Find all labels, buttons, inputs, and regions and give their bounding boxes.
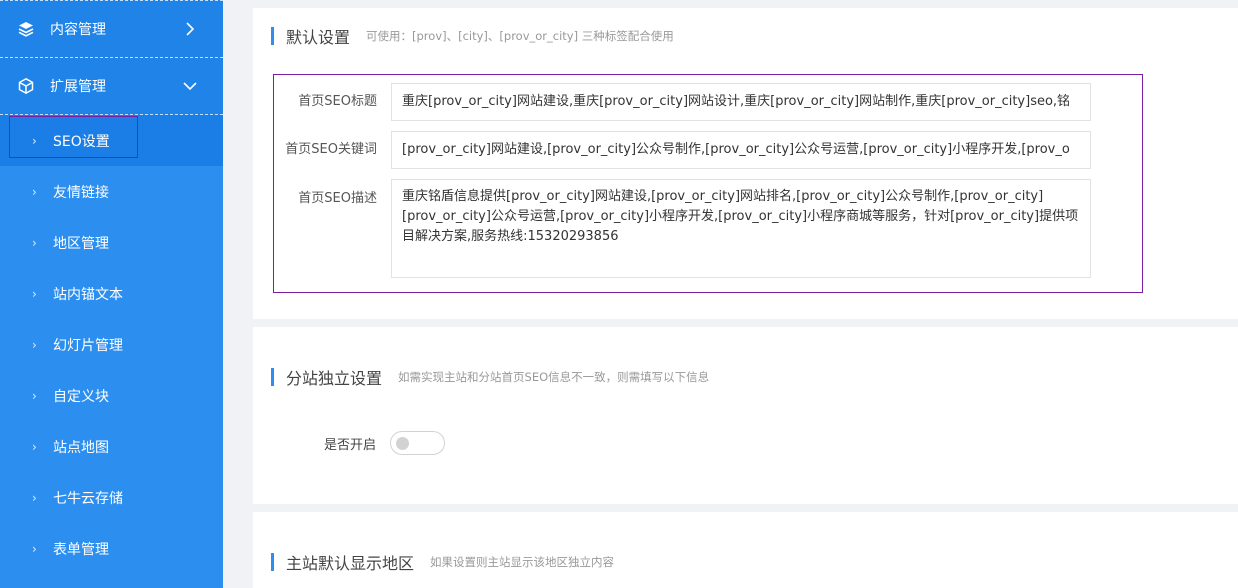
field-label: 首页SEO关键词 [285,142,377,157]
field-label: 首页SEO描述 [298,191,377,206]
section-hint: 可使用：[prov]、[city]、[prov_or_city] 三种标签配合使… [366,29,674,43]
submenu: › SEO设置 › 友情链接 › 地区管理 › 站内锚文本 › 幻灯片管理 › … [0,115,223,574]
form-row-seo-description: 首页SEO描述 重庆铭盾信息提供[prov_or_city]网站建设,[prov… [274,179,1091,278]
section-title: 默认设置 [286,28,351,47]
chevron-right-icon: › [32,490,37,505]
sidebar-item-forms[interactable]: › 表单管理 [0,523,223,574]
chevron-right-icon: › [32,337,37,352]
form-row-seo-keywords: 首页SEO关键词 [prov_or_city]网站建设,[prov_or_cit… [274,131,1091,169]
sidebar: 内容管理 扩展管理 › SEO设置 › 友情链接 › 地区管理 › 站内锚文本 [0,0,223,588]
section-title: 主站默认显示地区 [286,554,415,573]
seo-keywords-input[interactable]: [prov_or_city]网站建设,[prov_or_city]公众号制作,[… [391,131,1091,169]
substation-settings-card: 分站独立设置 如需实现主站和分站首页SEO信息不一致，则需填写以下信息 是否开启 [253,327,1238,504]
chevron-down-icon [183,79,197,93]
chevron-right-icon: › [32,184,37,199]
layers-icon [16,19,36,39]
section-title: 分站独立设置 [286,369,383,388]
section-header: 分站独立设置 如需实现主站和分站首页SEO信息不一致，则需填写以下信息 [271,365,709,389]
field-label: 首页SEO标题 [298,94,377,109]
section-hint: 如需实现主站和分站首页SEO信息不一致，则需填写以下信息 [398,370,710,384]
seo-title-input[interactable]: 重庆[prov_or_city]网站建设,重庆[prov_or_city]网站设… [391,83,1091,121]
section-accent-bar [271,368,274,386]
sidebar-item-regions[interactable]: › 地区管理 [0,217,223,268]
cube-icon [16,76,36,96]
section-header: 默认设置 可使用：[prov]、[city]、[prov_or_city] 三种… [271,24,674,48]
menu-group-content[interactable]: 内容管理 [0,0,223,58]
menu-group-label: 扩展管理 [50,79,106,95]
sidebar-item-seo-settings[interactable]: › SEO设置 [0,115,223,166]
menu-group-extension[interactable]: 扩展管理 [0,58,223,115]
chevron-right-icon: › [32,133,37,148]
sidebar-item-label: 幻灯片管理 [53,337,123,354]
sidebar-item-qiniu-storage[interactable]: › 七牛云存储 [0,472,223,523]
sidebar-item-label: 友情链接 [53,184,109,201]
seo-form: 首页SEO标题 重庆[prov_or_city]网站建设,重庆[prov_or_… [273,74,1143,293]
chevron-right-icon: › [32,235,37,250]
sidebar-item-anchor-text[interactable]: › 站内锚文本 [0,268,223,319]
section-hint: 如果设置则主站显示该地区独立内容 [430,555,615,569]
enable-switch-row: 是否开启 [253,431,445,455]
main-region-card: 主站默认显示地区 如果设置则主站显示该地区独立内容 [253,512,1238,588]
sidebar-item-slides[interactable]: › 幻灯片管理 [0,319,223,370]
main-content: 默认设置 可使用：[prov]、[city]、[prov_or_city] 三种… [223,0,1238,588]
switch-label: 是否开启 [323,437,376,453]
enable-toggle[interactable] [390,431,445,455]
section-accent-bar [271,27,274,45]
sidebar-item-label: 七牛云存储 [53,490,123,507]
default-settings-card: 默认设置 可使用：[prov]、[city]、[prov_or_city] 三种… [253,8,1238,319]
form-row-seo-title: 首页SEO标题 重庆[prov_or_city]网站建设,重庆[prov_or_… [274,83,1091,121]
seo-description-textarea[interactable]: 重庆铭盾信息提供[prov_or_city]网站建设,[prov_or_city… [391,179,1091,278]
chevron-right-icon: › [32,286,37,301]
sidebar-item-custom-blocks[interactable]: › 自定义块 [0,370,223,421]
chevron-right-icon [183,22,197,36]
sidebar-item-label: 地区管理 [53,235,109,252]
sidebar-item-label: 站内锚文本 [53,286,123,303]
chevron-right-icon: › [32,541,37,556]
sidebar-item-label: 表单管理 [53,541,109,558]
sidebar-item-friend-links[interactable]: › 友情链接 [0,166,223,217]
section-accent-bar [271,553,274,571]
active-highlight [9,116,138,158]
toggle-knob [396,437,409,450]
sidebar-item-label: 站点地图 [53,439,109,456]
sidebar-item-sitemap[interactable]: › 站点地图 [0,421,223,472]
sidebar-item-label: 自定义块 [53,388,109,405]
chevron-right-icon: › [32,439,37,454]
chevron-right-icon: › [32,388,37,403]
menu-group-label: 内容管理 [50,22,106,38]
section-header: 主站默认显示地区 如果设置则主站显示该地区独立内容 [271,550,614,574]
